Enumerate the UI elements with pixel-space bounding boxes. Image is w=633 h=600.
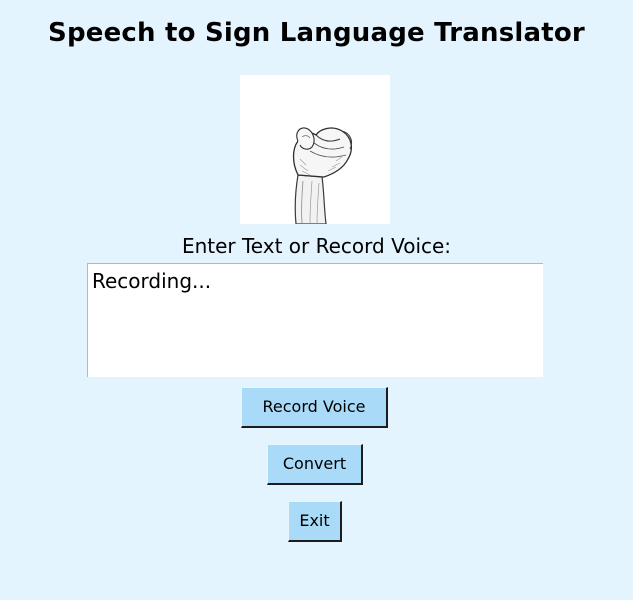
input-label: Enter Text or Record Voice: [181,234,452,258]
sign-language-image [240,75,390,224]
convert-button[interactable]: Convert [267,444,363,485]
app-title: Speech to Sign Language Translator [48,18,585,48]
exit-button[interactable]: Exit [288,501,342,542]
app-window: Speech to Sign Language Translator Enter… [0,0,633,600]
hand-sign-icon [240,75,390,224]
speech-text-input[interactable]: Recording... [87,263,543,377]
record-voice-button[interactable]: Record Voice [241,387,388,428]
